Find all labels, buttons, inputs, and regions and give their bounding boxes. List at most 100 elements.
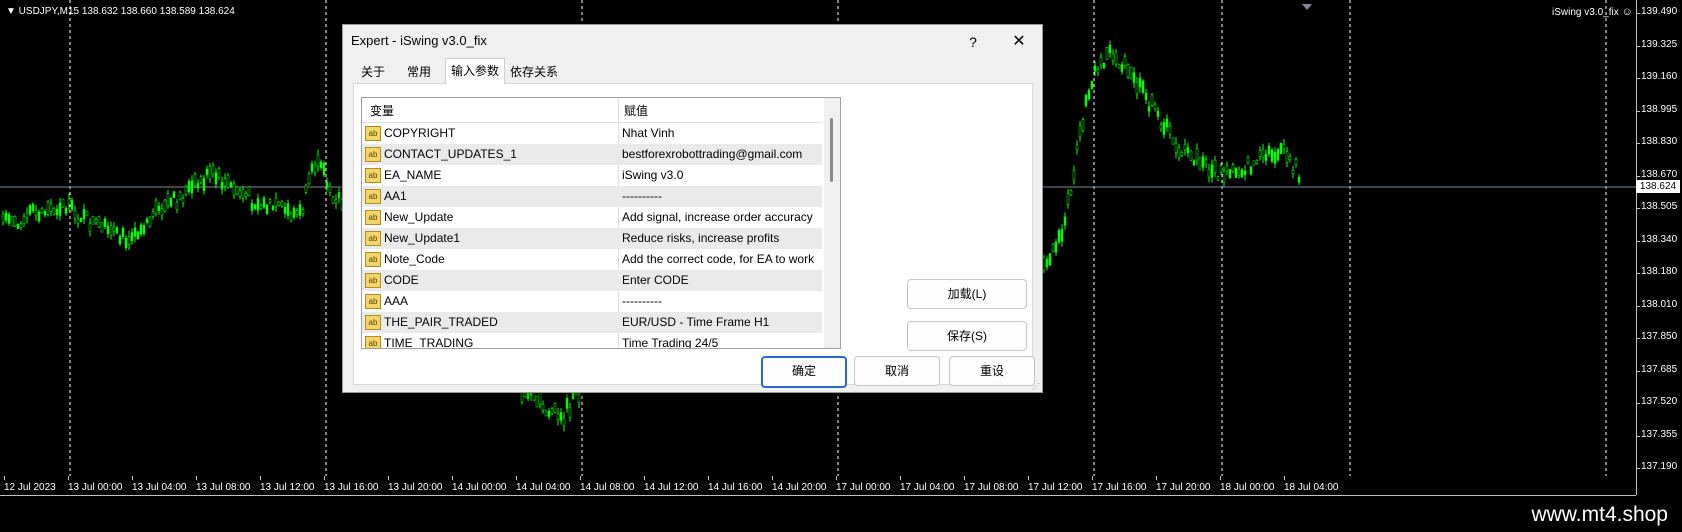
candle-body <box>1126 64 1130 78</box>
candle-body <box>34 209 38 216</box>
candle-body <box>193 174 197 186</box>
table-row[interactable]: ab AA1 ---------- <box>362 186 822 207</box>
candle-body <box>217 168 221 178</box>
candle-body <box>1150 94 1154 106</box>
time-label: 17 Jul 04:00 <box>900 482 955 493</box>
variable-value[interactable]: Add the correct code, for EA to work <box>622 252 814 266</box>
candle-body <box>1114 51 1118 65</box>
candle-body <box>79 218 83 222</box>
inputs-table[interactable]: 变量 赋值 ab COPYRIGHT Nhat Vinh ab CONTACT_UPDA… <box>361 97 841 349</box>
tab-about[interactable]: 关于 <box>353 61 393 83</box>
variable-value[interactable]: Time Trading 24/5 <box>622 336 718 348</box>
candle-body <box>322 162 326 176</box>
symbol-info: ▼ USDJPY,M15 138.632 138.660 138.589 138… <box>6 6 235 17</box>
table-row[interactable]: ab CODE Enter CODE <box>362 270 822 291</box>
cancel-button[interactable]: 取消 <box>854 356 940 386</box>
load-button[interactable]: 加载(L) <box>907 279 1027 309</box>
string-type-icon: ab <box>365 252 381 267</box>
tab-common[interactable]: 常用 <box>399 61 439 83</box>
table-row[interactable]: ab CONTACT_UPDATES_1 bestforexrobottrading… <box>362 144 822 165</box>
variable-value[interactable]: ---------- <box>622 189 662 203</box>
tab-dependencies[interactable]: 依存关系 <box>505 61 563 83</box>
candle-body <box>553 403 557 413</box>
close-button[interactable]: ✕ <box>1007 30 1031 54</box>
candle-body <box>238 190 242 197</box>
candle-body <box>1186 147 1190 153</box>
candle-body <box>145 218 149 223</box>
table-row[interactable]: ab EA_NAME iSwing v3.0 <box>362 165 822 186</box>
time-label: 14 Jul 00:00 <box>452 482 507 493</box>
variable-value[interactable]: bestforexrobottrading@gmail.com <box>622 147 802 161</box>
candle-body <box>199 176 203 183</box>
price-tick <box>1637 143 1640 144</box>
candle-body <box>247 186 251 197</box>
price-label: 137.355 <box>1641 428 1678 440</box>
table-row[interactable]: ab Note_Code Add the correct code, for EA … <box>362 249 822 270</box>
table-row[interactable]: ab New_Update1 Reduce risks, increase prof… <box>362 228 822 249</box>
variable-value[interactable]: Enter CODE <box>622 273 689 287</box>
table-row[interactable]: ab THE_PAIR_TRADED EUR/USD - Time Frame H1 <box>362 312 822 333</box>
column-header-value[interactable]: 赋值 <box>624 102 648 119</box>
time-label: 13 Jul 00:00 <box>68 482 123 493</box>
reset-button[interactable]: 重设 <box>949 356 1035 386</box>
candle-body <box>1051 243 1055 252</box>
candle-body <box>37 211 41 222</box>
string-type-icon: ab <box>365 273 381 288</box>
variable-value[interactable]: Add signal, increase order accuracy <box>622 210 813 224</box>
time-tick <box>132 476 133 480</box>
table-row[interactable]: ab COPYRIGHT Nhat Vinh <box>362 123 822 144</box>
candle-body <box>1168 125 1172 135</box>
help-button[interactable]: ? <box>961 30 985 54</box>
time-tick <box>516 476 517 480</box>
time-label: 13 Jul 12:00 <box>260 482 315 493</box>
candle-body <box>577 394 581 403</box>
expert-dialog[interactable]: Expert - iSwing v3.0_fix ? ✕ 关于 常用 输入参数 … <box>342 24 1043 393</box>
save-button[interactable]: 保存(S) <box>907 321 1027 351</box>
candle-body <box>4 212 8 221</box>
candle-body <box>31 204 35 212</box>
candle-body <box>214 172 218 185</box>
variable-value[interactable]: Reduce risks, increase profits <box>622 231 779 245</box>
table-row[interactable]: ab AAA ---------- <box>362 291 822 312</box>
resize-grip-icon[interactable]: ⋰ <box>1032 382 1040 391</box>
time-label: 13 Jul 04:00 <box>132 482 187 493</box>
candle-body <box>52 208 56 215</box>
time-label: 14 Jul 12:00 <box>644 482 699 493</box>
tab-inputs[interactable]: 输入参数 <box>445 58 505 84</box>
variable-value[interactable]: iSwing v3.0 <box>622 168 683 182</box>
scrollbar[interactable] <box>824 98 840 348</box>
time-tick <box>708 476 709 480</box>
candle-body <box>1228 169 1232 179</box>
candle-body <box>547 410 551 417</box>
candle-body <box>1090 80 1094 90</box>
candle-body <box>64 208 68 214</box>
candle-body <box>262 197 266 208</box>
variable-value[interactable]: EUR/USD - Time Frame H1 <box>622 315 769 329</box>
candle-body <box>166 193 170 206</box>
candle-body <box>1117 63 1121 69</box>
candle-body <box>82 209 86 220</box>
candle-body <box>91 215 95 225</box>
candle-body <box>298 204 302 216</box>
candle-body <box>337 192 341 198</box>
variable-value[interactable]: ---------- <box>622 294 662 308</box>
time-tick <box>964 476 965 480</box>
column-header-variable[interactable]: 变量 <box>370 102 394 119</box>
candle-body <box>133 227 137 237</box>
variable-value[interactable]: Nhat Vinh <box>622 126 674 140</box>
table-row[interactable]: ab New_Update Add signal, increase order a… <box>362 207 822 228</box>
price-label: 138.180 <box>1641 266 1678 277</box>
candle-body <box>541 404 545 411</box>
candle-body <box>1282 144 1286 150</box>
candle-body <box>1264 154 1268 161</box>
time-tick <box>196 476 197 480</box>
candle-body <box>307 173 311 184</box>
candle-body <box>1279 142 1283 154</box>
ok-button[interactable]: 确定 <box>761 356 847 388</box>
candle-body <box>1096 69 1100 74</box>
candle-body <box>67 198 71 205</box>
candle-body <box>535 395 539 408</box>
table-row[interactable]: ab TIME_TRADING Time Trading 24/5 <box>362 333 822 348</box>
candle-body <box>1270 149 1274 162</box>
scrollbar-thumb[interactable] <box>830 118 833 182</box>
